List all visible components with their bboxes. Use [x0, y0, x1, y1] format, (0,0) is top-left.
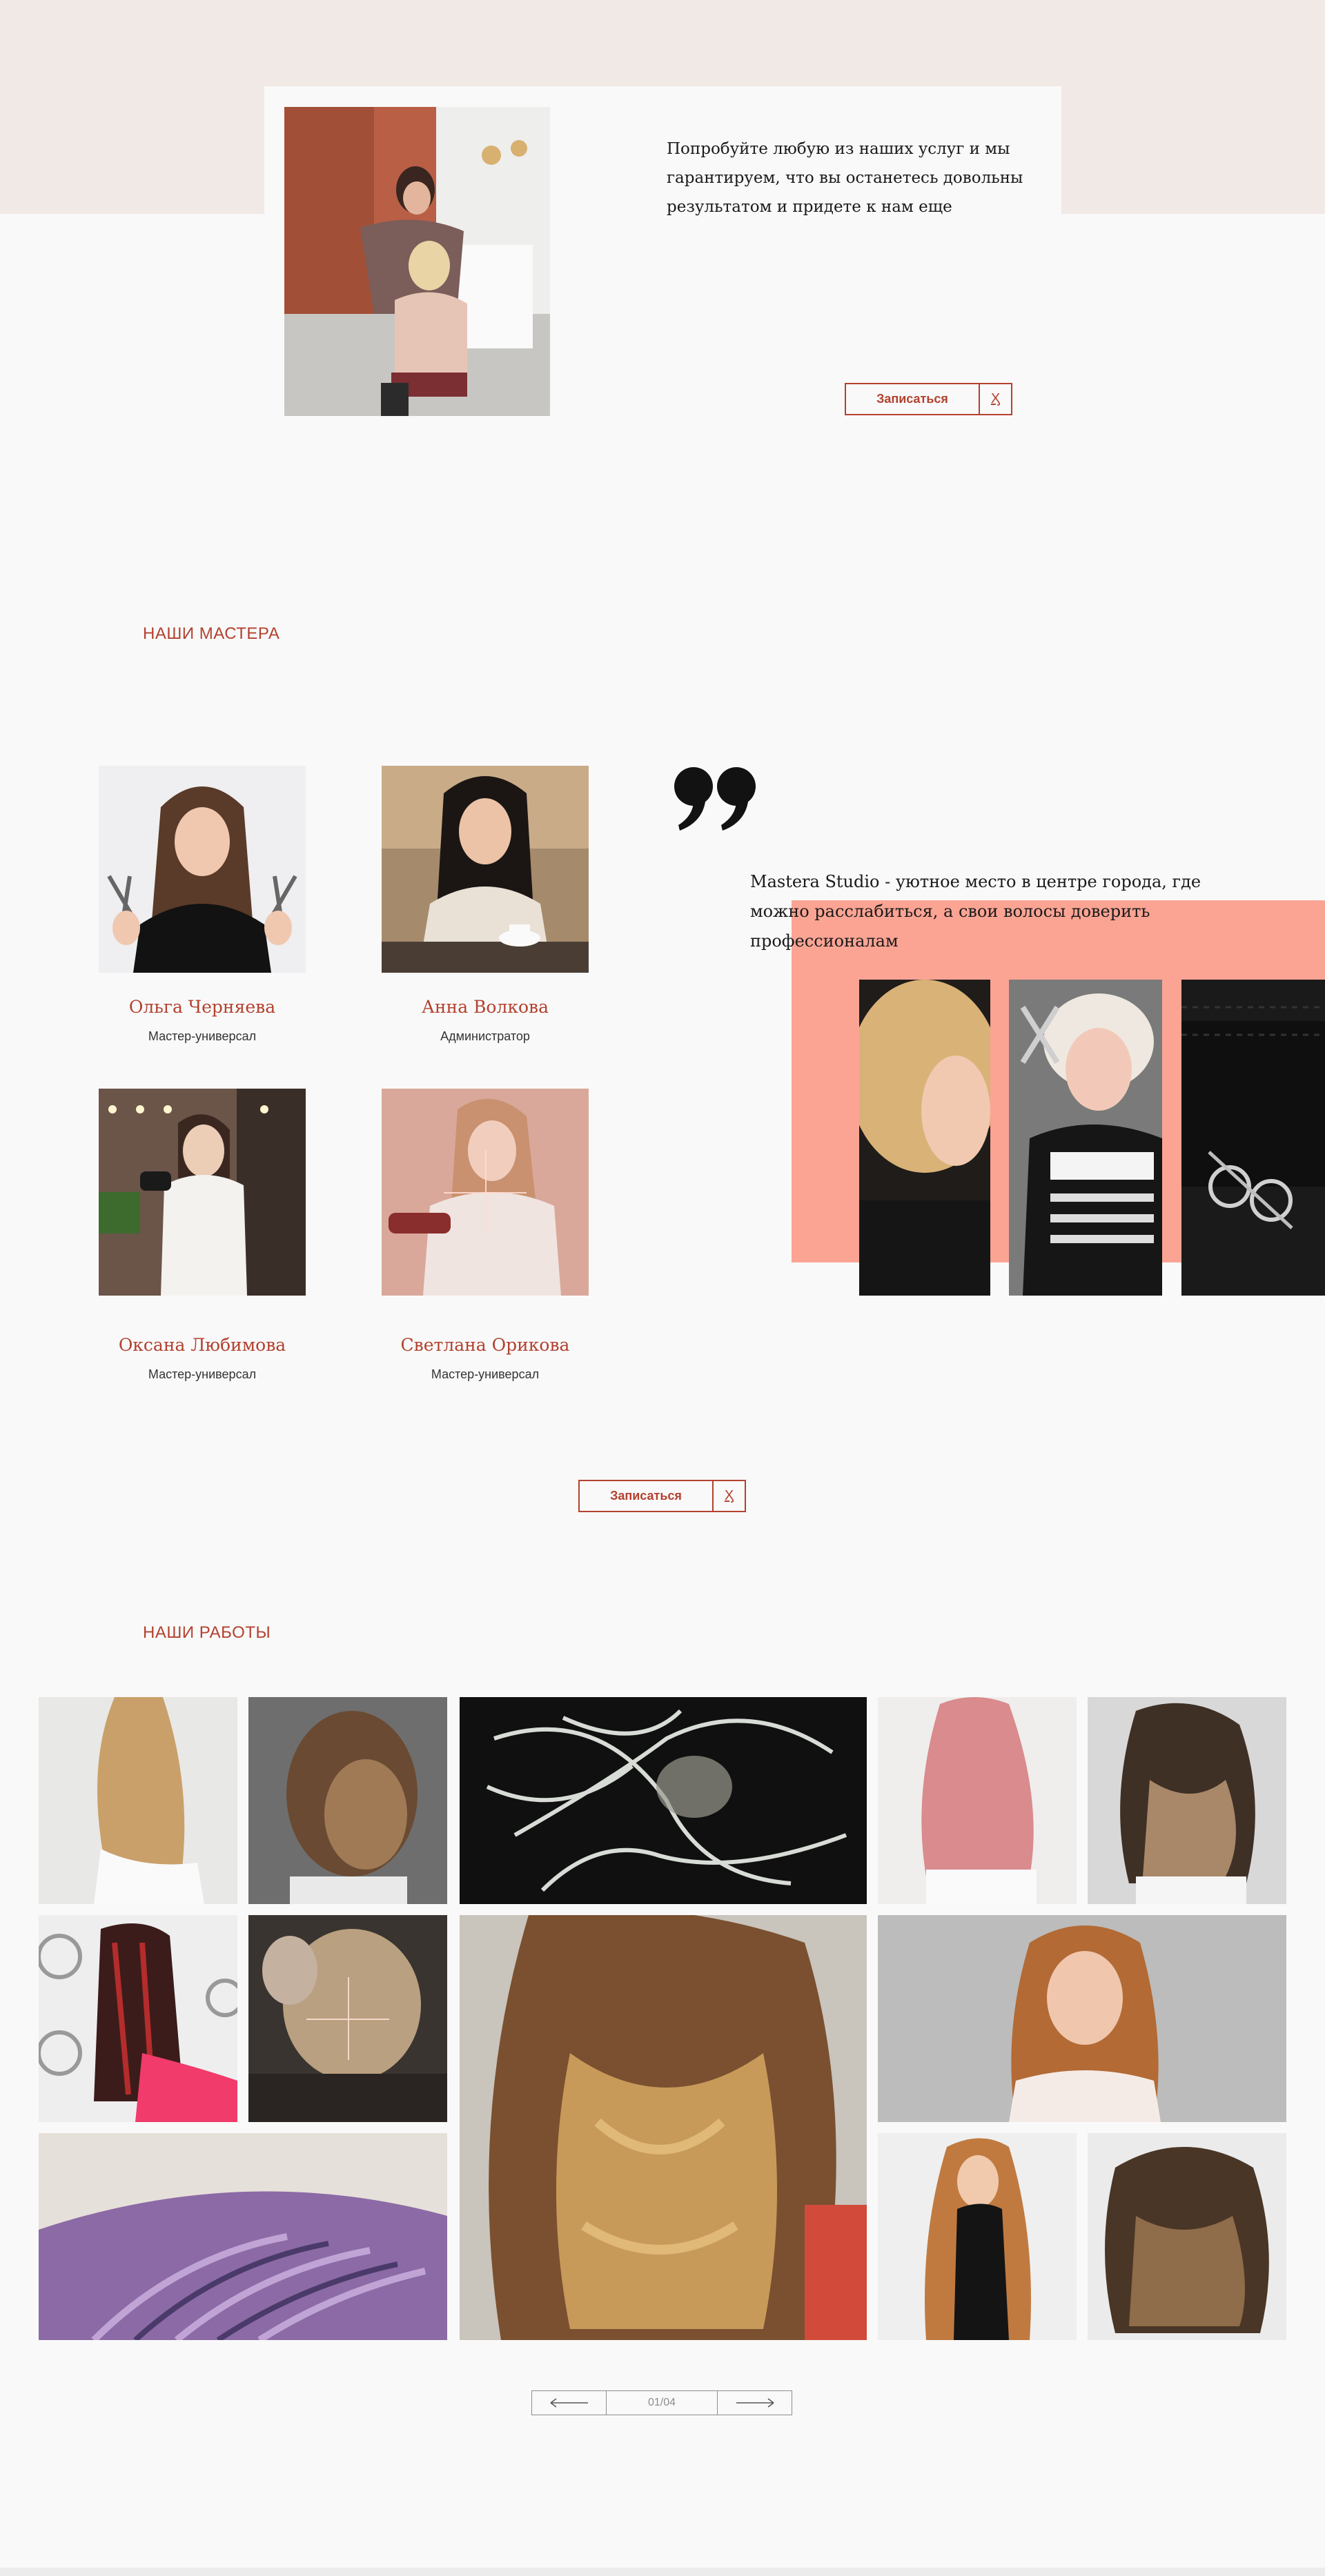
work-photo[interactable]	[878, 1697, 1077, 1904]
promo-text: Попробуйте любую из наших услуг и мы гар…	[667, 140, 1023, 216]
gallery-photo-scissors-blonde	[1009, 980, 1162, 1296]
promo-salon-photo	[284, 107, 550, 416]
footer-divider	[0, 2568, 1325, 2576]
master-photo-olga	[99, 766, 306, 973]
work-photo[interactable]	[460, 1915, 867, 2340]
work-photo[interactable]	[248, 1915, 447, 2122]
work-photo[interactable]	[39, 1915, 237, 2122]
work-photo[interactable]	[248, 1697, 447, 1904]
quote-text: Mastera Studio - уютное место в центре г…	[750, 872, 1201, 951]
work-photo[interactable]	[1088, 1697, 1286, 1904]
master-name: Оксана Любимова	[118, 1335, 286, 1355]
works-title: НАШИ РАБОТЫ	[143, 1623, 271, 1642]
pager-counter: 01/04	[647, 2397, 676, 2408]
master-name: Ольга Черняева	[128, 997, 276, 1017]
arrow-right-icon	[736, 2398, 774, 2408]
master-role: Мастер-универсал	[431, 1367, 540, 1381]
masters-title: НАШИ МАСТЕРА	[143, 624, 280, 643]
work-photo[interactable]	[460, 1697, 867, 1904]
master-role: Мастер-универсал	[148, 1029, 257, 1043]
work-photo[interactable]	[39, 2133, 447, 2340]
arrow-left-icon	[550, 2398, 588, 2408]
master-name: Светлана Орикова	[400, 1335, 570, 1355]
master-name: Анна Волкова	[421, 997, 549, 1017]
work-photo[interactable]	[1088, 2133, 1286, 2340]
gallery-photo-blonde-curls	[859, 980, 990, 1296]
work-photo[interactable]	[878, 1915, 1286, 2122]
master-role: Мастер-универсал	[148, 1367, 257, 1381]
scissors-icon: Ӽ	[990, 391, 1001, 406]
master-photo-oksana	[99, 1089, 306, 1296]
promo-book-button[interactable]: Записаться Ӽ	[845, 383, 1012, 415]
work-photo[interactable]	[39, 1697, 237, 1904]
hover-crosshair	[306, 1977, 389, 2060]
master-role: Администратор	[440, 1029, 530, 1043]
gallery-photo-tools	[1181, 980, 1325, 1296]
hover-crosshair	[444, 1151, 527, 1233]
masters-book-button-label: Записаться	[580, 1481, 714, 1511]
master-photo-svetlana[interactable]	[382, 1089, 589, 1296]
pager-prev-button[interactable]	[532, 2391, 607, 2415]
promo-book-button-label: Записаться	[846, 384, 980, 414]
works-pager: 01/04	[531, 2390, 792, 2415]
masters-book-button[interactable]: Записаться Ӽ	[578, 1480, 746, 1512]
master-photo-anna	[382, 766, 589, 973]
pager-next-button[interactable]	[717, 2391, 792, 2415]
quote-mark-icon	[673, 766, 760, 832]
work-photo[interactable]	[878, 2133, 1077, 2340]
scissors-icon: Ӽ	[724, 1488, 734, 1503]
